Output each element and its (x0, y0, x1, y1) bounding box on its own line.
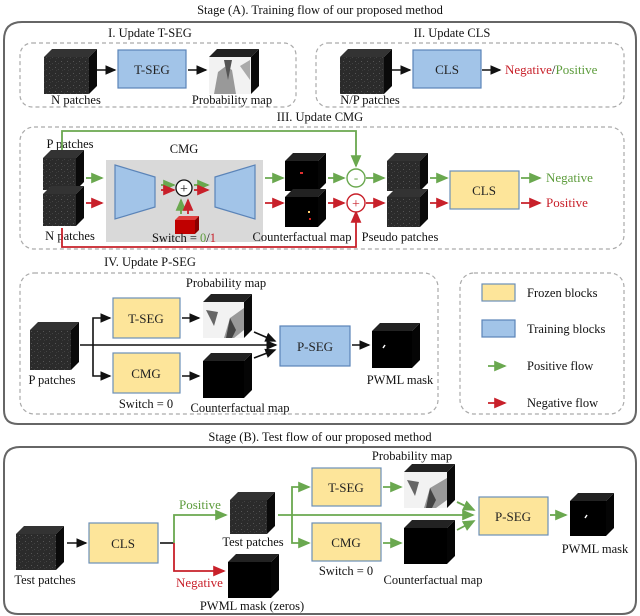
switch-one: 1 (210, 231, 216, 245)
test-patches-label: Test patches (14, 573, 75, 587)
legend-frozen-label: Frozen blocks (527, 286, 598, 300)
pwml-mask-zeros-label: PWML mask (zeros) (200, 599, 304, 613)
pseudo-patches-cube-negative (387, 189, 428, 227)
add-symbol: + (352, 197, 360, 212)
counterfactual-map-cube (404, 520, 455, 564)
legend-negative-label: Negative flow (527, 396, 598, 410)
test-patches-positive-label: Test patches (222, 535, 283, 549)
cmg-frozen-block-label: CMG (331, 535, 361, 550)
n-patches-label: N patches (51, 93, 101, 107)
p-patches-cube (43, 150, 84, 190)
cmg-label: CMG (170, 142, 198, 156)
legend-training-label: Training blocks (527, 322, 605, 336)
section-2-title: II. Update CLS (414, 26, 491, 40)
t-seg-frozen-block-label: T-SEG (128, 311, 164, 326)
t-seg-frozen-block-label: T-SEG (328, 480, 364, 495)
np-patches-label: N/P patches (340, 93, 400, 107)
stage-b-title: Stage (B). Test flow of our proposed met… (208, 430, 432, 444)
test-patches-cube (16, 526, 64, 570)
legend-item-frozen: Frozen blocks (481, 283, 598, 302)
add-operator-symbol: + (180, 182, 188, 197)
stage-a-title: Stage (A). Training flow of our proposed… (197, 3, 444, 17)
pseudo-patches-cube-positive (387, 153, 428, 191)
pwml-mask-label: PWML mask (562, 542, 629, 556)
pseudo-patches-label: Pseudo patches (362, 230, 439, 244)
p-patches-label: P patches (46, 137, 93, 151)
to-tseg-arrow (291, 481, 311, 515)
legend-frozen-swatch (481, 283, 516, 302)
section-1-title: I. Update T-SEG (108, 26, 192, 40)
switch-label: Switch = 0 (119, 397, 173, 411)
n-patches-cube (44, 49, 97, 94)
switch-label: Switch = 0/1 (152, 231, 216, 245)
p-patches-label: P patches (28, 373, 75, 387)
section-3-title: III. Update CMG (277, 110, 363, 124)
counterfactual-map-label: Counterfactual map (253, 230, 352, 244)
to-cmg-arrow (291, 515, 311, 549)
cls-output-label: Negative/Positive (505, 62, 598, 77)
cls-block-label: CLS (435, 62, 459, 77)
counterfactual-map-label: Counterfactual map (191, 401, 290, 415)
negative-branch-label: Negative (176, 575, 223, 590)
method-diagram: Stage (A). Training flow of our proposed… (3, 3, 637, 615)
p-seg-frozen-block-label: P-SEG (495, 509, 531, 524)
np-patches-cube (340, 49, 392, 94)
n-patches-label: N patches (45, 229, 95, 243)
arrow (92, 345, 112, 381)
positive-branch-label: Positive (179, 497, 221, 512)
counterfactual-map-cube-negative (285, 189, 326, 227)
probability-map-cube (203, 294, 252, 338)
subtract-symbol: - (354, 170, 358, 185)
counterfactual-map-cube-positive (285, 153, 326, 191)
arrow (92, 313, 112, 345)
p-patches-cube (30, 322, 79, 370)
pwml-mask-label: PWML mask (367, 373, 434, 387)
cls-output-negative: Negative (546, 170, 593, 185)
t-seg-block-label: T-SEG (134, 62, 170, 77)
counterfactual-map-cube (203, 353, 252, 398)
cls-output-positive: Positive (546, 195, 588, 210)
arrow (253, 348, 277, 359)
pwml-mask-cube (372, 323, 420, 368)
switch-prefix: Switch = (152, 231, 200, 245)
test-patches-cube-positive (230, 492, 275, 534)
arrow (456, 500, 476, 511)
p-seg-block-label: P-SEG (297, 339, 333, 354)
cls-frozen-block-label: CLS (111, 536, 135, 551)
cls-frozen-block-label: CLS (472, 183, 496, 198)
legend-item-positive-flow: Positive flow (488, 359, 593, 373)
positive-branch-arrow (173, 509, 228, 543)
negative-branch-arrow (173, 543, 226, 577)
arrow (253, 331, 277, 342)
negative-text: Negative (505, 62, 552, 77)
switch-label: Switch = 0 (319, 564, 373, 578)
legend-item-training: Training blocks (481, 319, 605, 338)
legend-item-negative-flow: Negative flow (488, 396, 598, 410)
probability-map-label: Probability map (192, 93, 272, 107)
pwml-mask-zeros-cube (228, 554, 279, 598)
pwml-mask-cube (570, 493, 614, 536)
probability-map-label: Probability map (186, 276, 266, 290)
n-patches-cube (43, 186, 84, 226)
probability-map-label: Probability map (372, 449, 452, 463)
positive-text: Positive (556, 62, 598, 77)
probability-map-cube (209, 49, 259, 94)
probability-map-cube (404, 464, 455, 508)
cmg-frozen-block-label: CMG (131, 366, 161, 381)
legend-positive-label: Positive flow (527, 359, 593, 373)
section-4-title: IV. Update P-SEG (104, 255, 196, 269)
legend-training-swatch (481, 319, 516, 338)
arrow (456, 520, 476, 531)
counterfactual-map-label: Counterfactual map (384, 573, 483, 587)
